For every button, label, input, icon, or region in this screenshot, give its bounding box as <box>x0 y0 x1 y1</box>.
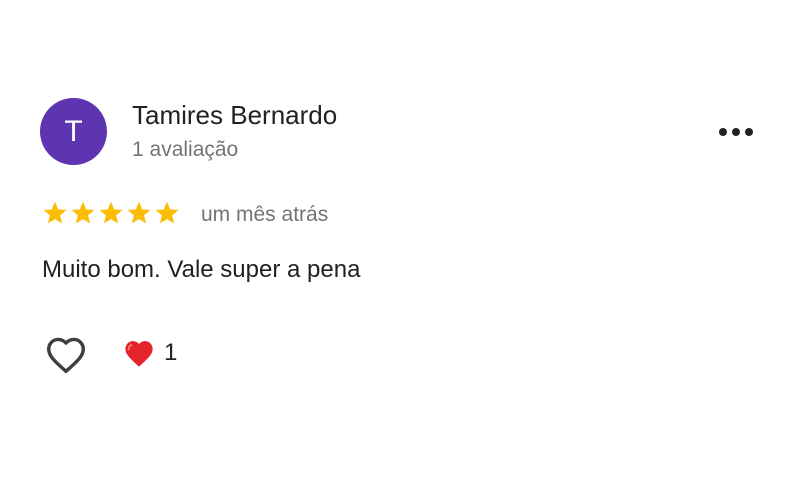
avatar[interactable]: T <box>40 98 107 165</box>
red-heart-icon <box>125 341 153 367</box>
star-icon <box>43 201 67 224</box>
star-icon <box>99 201 123 224</box>
star-icon <box>71 201 95 224</box>
star-rating <box>42 200 180 226</box>
review-time: um mês atrás <box>201 203 329 226</box>
star-icon <box>155 201 179 224</box>
review-text: Muito bom. Vale super a pena <box>42 256 361 283</box>
review-card: T Tamires Bernardo 1 avaliação um mês at… <box>0 0 800 500</box>
reaction-summary[interactable]: 1 <box>122 338 177 368</box>
heart-outline-icon <box>47 337 86 374</box>
more-options-button[interactable] <box>716 118 756 146</box>
author-review-count: 1 avaliação <box>132 138 239 161</box>
author-name[interactable]: Tamires Bernardo <box>132 100 337 131</box>
reaction-count: 1 <box>164 339 178 366</box>
more-horizontal-icon <box>719 128 753 136</box>
star-icon <box>127 201 151 224</box>
like-button[interactable] <box>42 334 90 376</box>
